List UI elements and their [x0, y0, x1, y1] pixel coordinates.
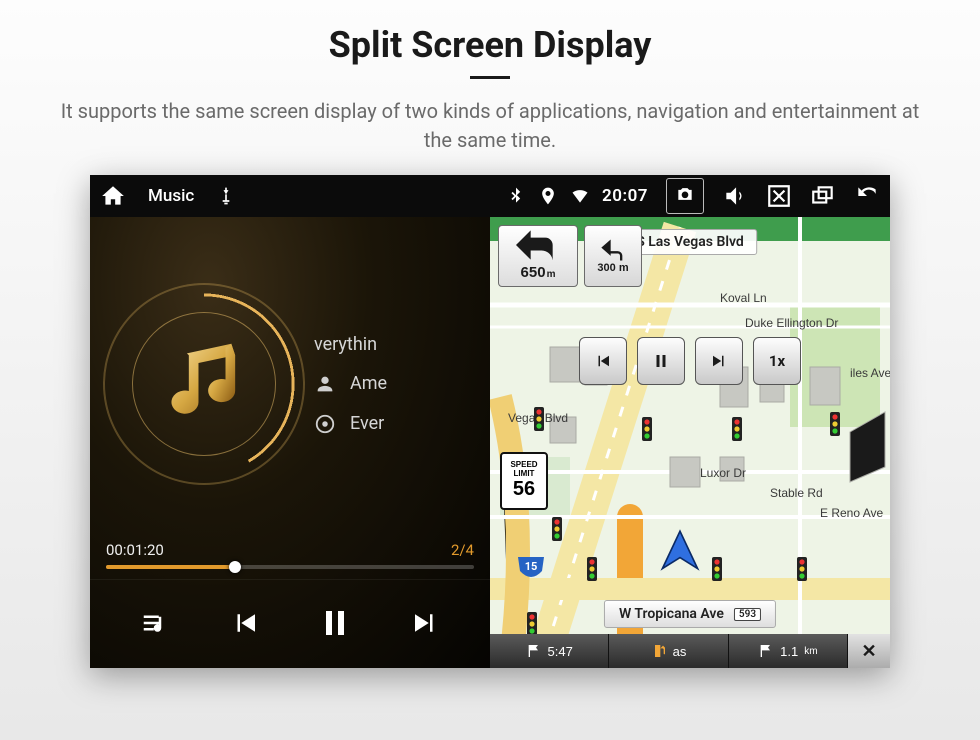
nav-hud: 5:47 as 1.1 km ✕ — [490, 634, 890, 668]
track-row[interactable]: Ame — [314, 373, 476, 395]
hud-distance-value: 1.1 — [780, 644, 798, 659]
title-underline — [470, 76, 510, 79]
flag-icon — [526, 643, 542, 659]
hud-fuel-value: as — [673, 644, 687, 659]
traffic-light-icon — [640, 417, 654, 447]
music-note-icon — [156, 336, 253, 433]
next-track-button[interactable] — [398, 596, 452, 650]
sim-media-controls: 1x — [579, 337, 801, 385]
elapsed-time: 00:01:20 — [106, 541, 164, 559]
svg-text:Stable Rd: Stable Rd — [770, 486, 823, 500]
status-bar: Music 20:07 — [90, 175, 890, 217]
recent-apps-icon[interactable] — [810, 183, 836, 209]
hud-distance[interactable]: 1.1 km — [729, 634, 848, 668]
track-list: verythin Ame Ever — [314, 334, 476, 435]
volume-icon[interactable] — [722, 183, 748, 209]
traffic-light-icon — [585, 557, 599, 587]
track-row[interactable]: Ever — [314, 413, 476, 435]
sim-prev-button[interactable] — [579, 337, 627, 385]
speed-word-2: LIMIT — [514, 470, 535, 478]
track-title: verythin — [314, 334, 377, 355]
current-app-label: Music — [148, 186, 194, 206]
clock: 20:07 — [602, 186, 648, 206]
bottom-street-name: W Tropicana Ave — [619, 606, 724, 622]
back-icon[interactable] — [854, 183, 880, 209]
prev-track-button[interactable] — [218, 596, 272, 650]
hwy-shield-label: 15 — [525, 560, 538, 573]
traffic-light-icon — [828, 412, 842, 442]
nav-main-distance: 650 — [521, 264, 546, 281]
music-controls — [90, 579, 490, 668]
page-description: It supports the same screen display of t… — [60, 97, 920, 155]
home-icon[interactable] — [100, 183, 126, 209]
traffic-light-icon — [730, 417, 744, 447]
track-title: Ever — [350, 413, 384, 434]
svg-text:E Reno Ave: E Reno Ave — [820, 506, 883, 520]
artist-icon — [314, 373, 336, 395]
track-title: Ame — [350, 373, 387, 394]
sim-pause-button[interactable] — [637, 337, 685, 385]
hud-close-button[interactable]: ✕ — [848, 634, 890, 668]
hud-eta-value: 5:47 — [548, 644, 573, 659]
page-title: Split Screen Display — [0, 24, 980, 66]
navigation-pane[interactable]: 15 Koval Ln Duke Ellington Dr Vegas Blvd… — [490, 217, 890, 668]
flag-icon — [758, 643, 774, 659]
bluetooth-icon — [506, 186, 526, 206]
traffic-light-icon — [710, 557, 724, 587]
fuel-icon — [651, 643, 667, 659]
track-index: 2/4 — [451, 541, 474, 559]
svg-text:Duke Ellington Dr: Duke Ellington Dr — [745, 316, 838, 330]
nav-next-unit: m — [619, 262, 629, 274]
hud-eta[interactable]: 5:47 — [490, 634, 609, 668]
sim-next-button[interactable] — [695, 337, 743, 385]
svg-text:Luxor Dr: Luxor Dr — [700, 466, 746, 480]
track-row[interactable]: verythin — [314, 334, 476, 355]
location-icon — [538, 186, 558, 206]
bottom-street-badge: 593 — [734, 608, 761, 621]
nav-main-turn[interactable]: 650m — [498, 225, 578, 287]
nav-next-turn[interactable]: 300 m — [584, 225, 642, 287]
nav-instruction-panel: 650m 300 m — [498, 225, 642, 287]
play-pause-button[interactable] — [308, 596, 362, 650]
screenshot-button[interactable] — [666, 178, 704, 214]
svg-text:iles Ave: iles Ave — [850, 366, 890, 380]
seek-handle[interactable] — [229, 561, 241, 573]
sim-speed-label: 1x — [769, 352, 785, 370]
traffic-light-icon — [795, 557, 809, 587]
playlist-button[interactable] — [128, 596, 182, 650]
traffic-light-icon — [550, 517, 564, 547]
music-pane: verythin Ame Ever 00:01:20 2/4 — [90, 217, 490, 668]
nav-next-distance: 300 — [597, 262, 615, 274]
bottom-street-label: W Tropicana Ave 593 — [604, 600, 776, 628]
seek-slider[interactable] — [106, 565, 474, 569]
usb-icon — [216, 186, 236, 206]
traffic-light-icon — [532, 407, 546, 437]
nav-main-unit: m — [547, 269, 556, 280]
sim-speed-button[interactable]: 1x — [753, 337, 801, 385]
album-art-ring — [104, 284, 304, 484]
svg-text:Koval Ln: Koval Ln — [720, 291, 767, 305]
close-icon[interactable] — [766, 183, 792, 209]
vehicle-cursor-icon — [658, 529, 702, 573]
camera-icon — [675, 184, 695, 204]
disc-icon — [314, 413, 336, 435]
head-unit-screen: Music 20:07 — [90, 175, 890, 668]
wifi-icon — [570, 186, 590, 206]
top-street-label: S Las Vegas Blvd — [623, 229, 757, 255]
hud-fuel[interactable]: as — [609, 634, 728, 668]
hud-distance-unit: km — [804, 646, 817, 657]
speed-limit-sign: SPEED LIMIT 56 — [500, 452, 548, 510]
speed-limit-value: 56 — [513, 478, 535, 501]
